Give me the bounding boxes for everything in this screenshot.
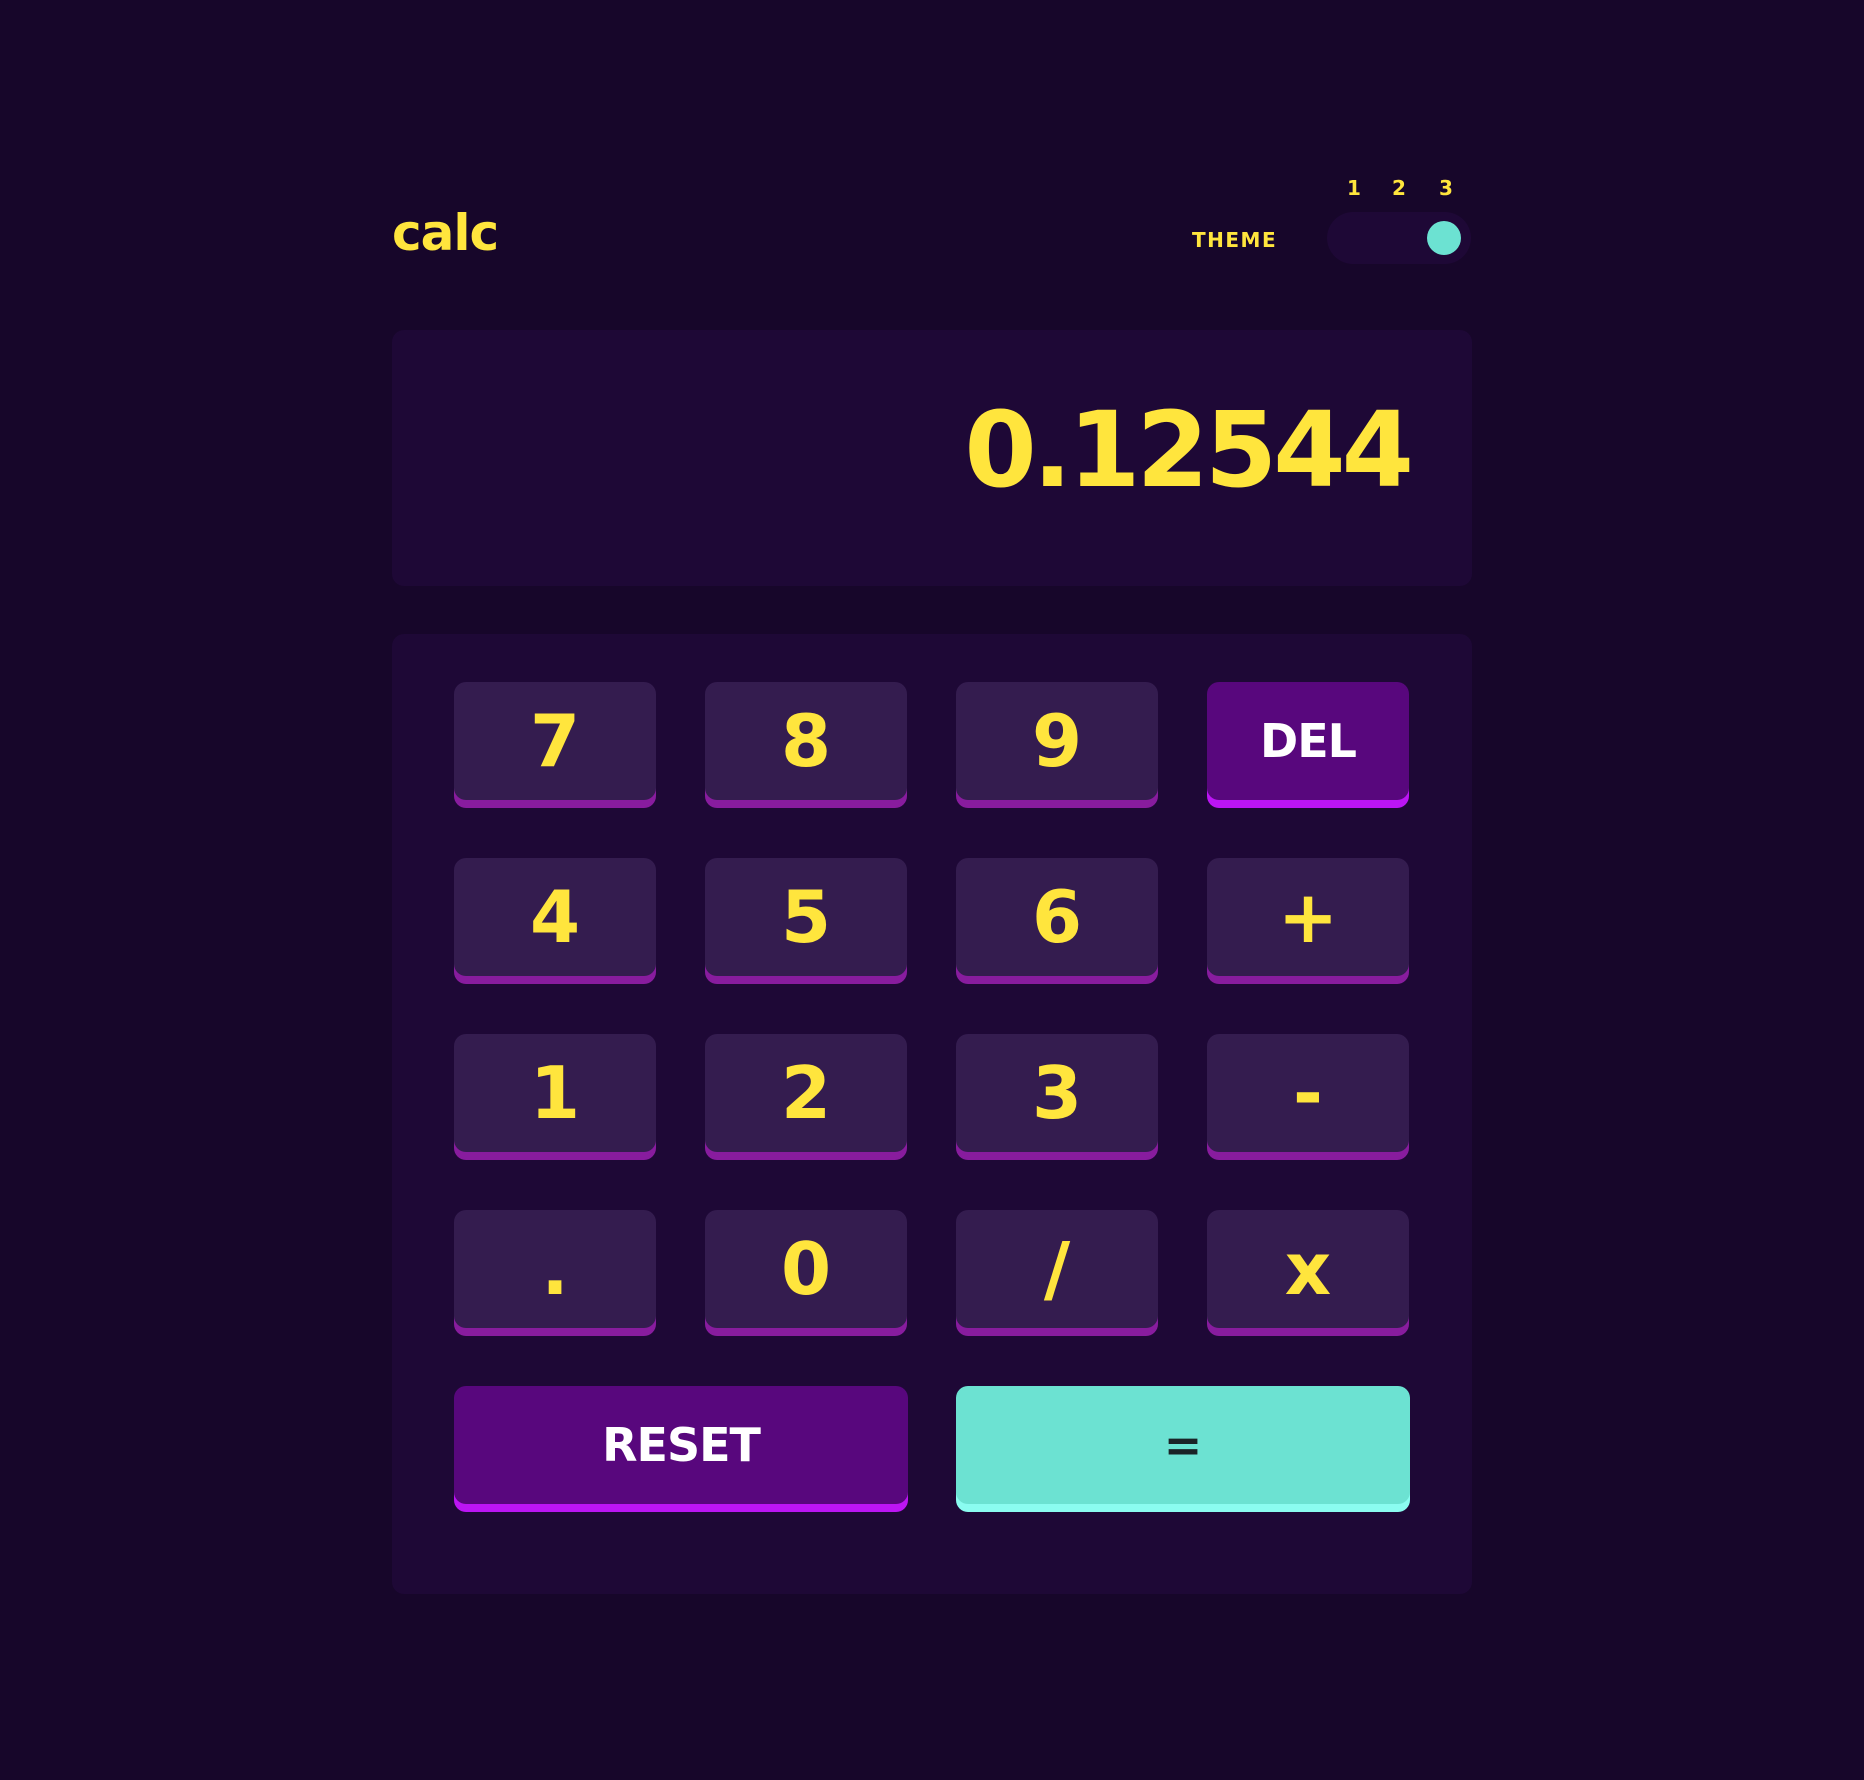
- theme-toggle-knob[interactable]: [1427, 221, 1461, 255]
- delete-button[interactable]: DEL: [1207, 682, 1409, 800]
- key-4[interactable]: 4: [454, 858, 656, 976]
- key-1[interactable]: 1: [454, 1034, 656, 1152]
- app-logo: calc: [392, 204, 499, 262]
- key-6[interactable]: 6: [956, 858, 1158, 976]
- key-7[interactable]: 7: [454, 682, 656, 800]
- key-9[interactable]: 9: [956, 682, 1158, 800]
- key-2[interactable]: 2: [705, 1034, 907, 1152]
- display-value: 0.12544: [964, 389, 1414, 511]
- key-5[interactable]: 5: [705, 858, 907, 976]
- key-3[interactable]: 3: [956, 1034, 1158, 1152]
- display-screen: 0.12544: [392, 330, 1472, 586]
- key-0[interactable]: 0: [705, 1210, 907, 1328]
- divide-button[interactable]: /: [956, 1210, 1158, 1328]
- multiply-button[interactable]: x: [1207, 1210, 1409, 1328]
- key-8[interactable]: 8: [705, 682, 907, 800]
- theme-option-1-label: 1: [1347, 176, 1361, 200]
- minus-button[interactable]: -: [1207, 1034, 1409, 1152]
- theme-option-labels: 1 2 3: [1327, 176, 1472, 206]
- keypad: 7 8 9 DEL 4 5 6 + 1 2 3 - . 0 / x RESET …: [392, 634, 1472, 1594]
- equals-button[interactable]: =: [956, 1386, 1410, 1504]
- calculator-app: calc THEME 1 2 3 0.12544 7 8 9 DEL 4 5 6…: [392, 176, 1472, 1594]
- plus-button[interactable]: +: [1207, 858, 1409, 976]
- theme-label: THEME: [1192, 228, 1278, 252]
- theme-toggle[interactable]: [1327, 212, 1471, 264]
- decimal-button[interactable]: .: [454, 1210, 656, 1328]
- reset-button[interactable]: RESET: [454, 1386, 908, 1504]
- theme-option-3-label: 3: [1439, 176, 1453, 200]
- header: calc THEME 1 2 3: [392, 176, 1472, 296]
- theme-option-2-label: 2: [1392, 176, 1406, 200]
